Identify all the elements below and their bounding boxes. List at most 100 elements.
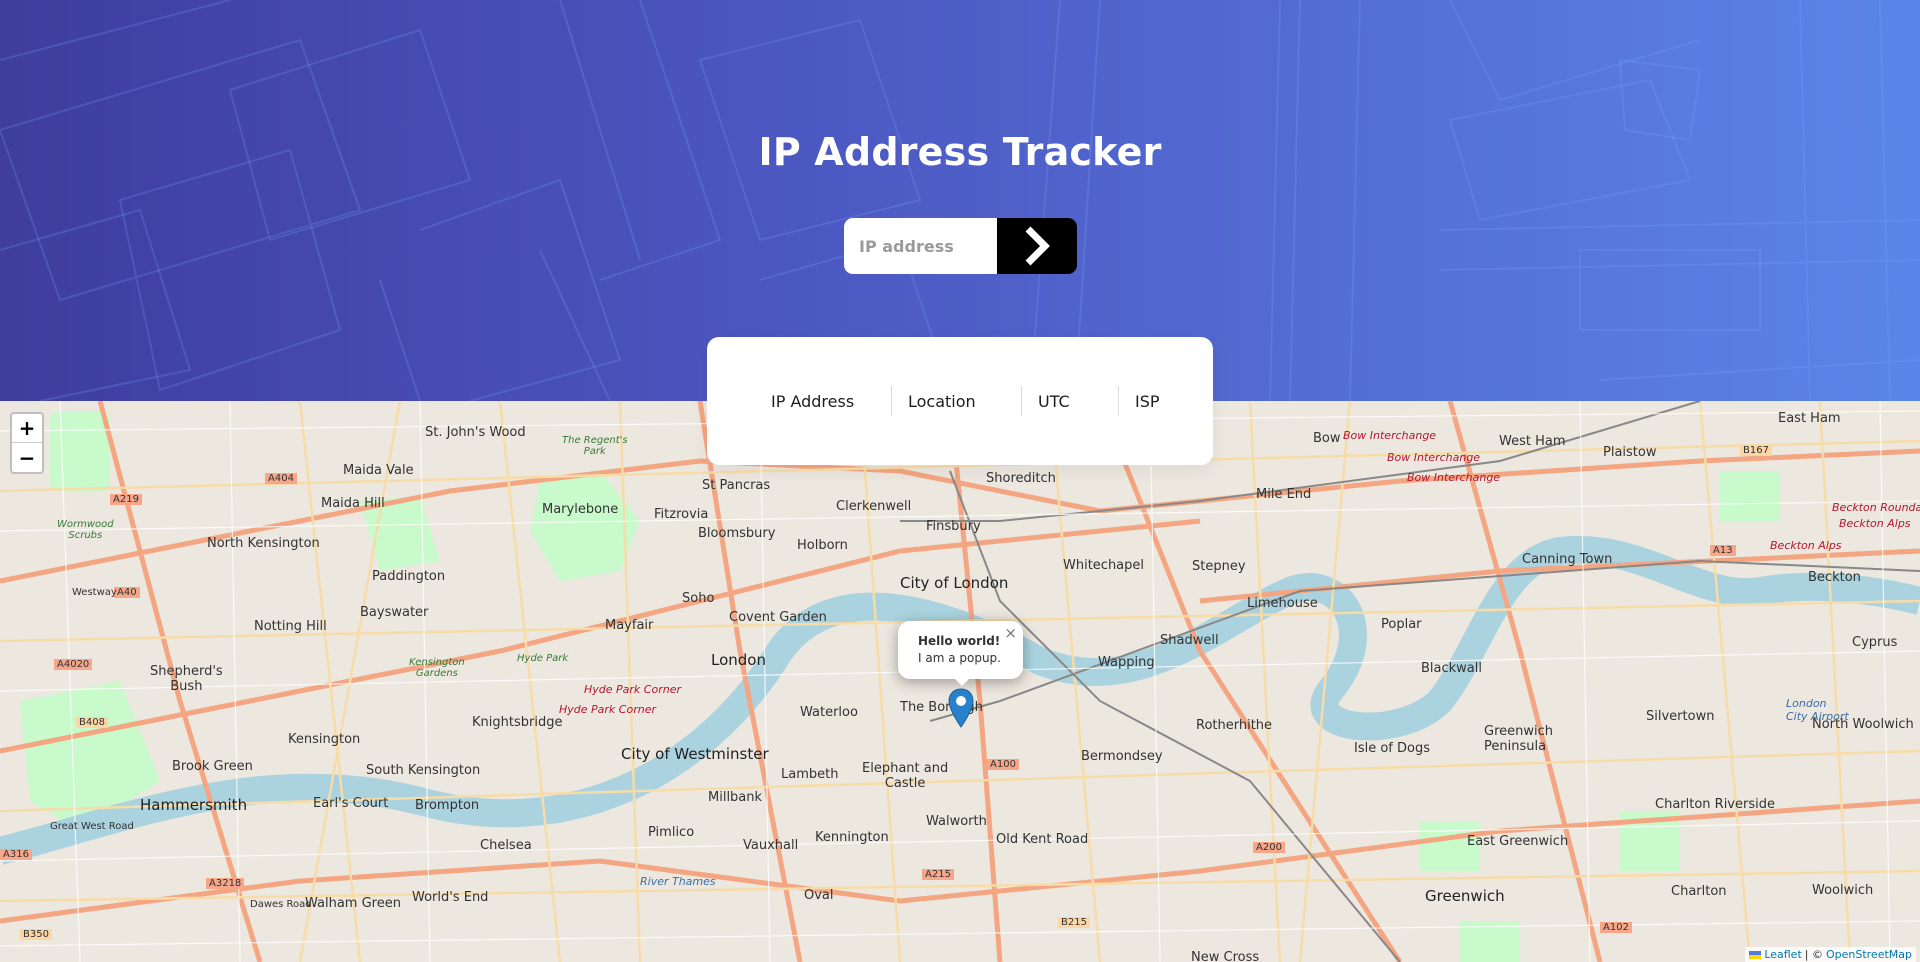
ip-info-card: IP Address Location UTC ISP [707,337,1213,465]
ip-search-form [844,218,1077,274]
map-label: Mayfair [605,618,654,633]
road-shield: B408 [76,717,108,728]
road-shield: B215 [1058,917,1090,928]
road-shield: A3218 [206,878,245,889]
map-label: Walham Green [305,896,401,911]
map-label: Fitzrovia [654,507,709,522]
map-label: Waterloo [800,705,858,720]
info-label-utc: UTC [1038,391,1070,411]
road-shield: A200 [1253,842,1285,853]
leaflet-link[interactable]: Leaflet [1764,948,1801,961]
map-label: Canning Town [1522,552,1613,567]
map-label: Dawes Road [250,899,312,910]
map-label: Whitechapel [1063,558,1145,573]
map-label: Chelsea [480,838,532,853]
map-label: Isle of Dogs [1354,741,1431,756]
map-label: City of Westminster [621,745,769,763]
map-label: Knightsbridge [472,715,563,730]
map-label: North Kensington [207,536,320,551]
map-label: Elephant and Castle [862,761,949,791]
road-shield: A40 [114,587,140,598]
map-label: Pimlico [648,825,695,840]
map-label: Mile End [1256,487,1312,502]
map-label: Rotherhithe [1196,718,1273,733]
road-shield: B167 [1740,445,1772,456]
map-label: Shadwell [1160,633,1219,648]
info-label-isp: ISP [1135,391,1160,411]
map-label: Beckton Roundabo [1832,501,1920,514]
road-shield: A100 [987,759,1019,770]
road-shield: A316 [0,849,32,860]
map-label: The Regent's Park [562,435,628,457]
map-label: Great West Road [50,821,134,832]
map-label: Cyprus [1852,635,1898,650]
map-label: Soho [682,591,715,606]
map-label: Poplar [1381,617,1422,632]
map-label: Charlton [1671,884,1727,899]
map-label: Clerkenwell [836,499,912,514]
map-label: Maida Hill [321,496,385,511]
map-label: Hyde Park Corner [559,703,656,716]
zoom-out-button[interactable]: − [12,443,42,472]
map-label: Hyde Park [517,653,569,664]
map-label: Beckton Alps [1839,517,1911,530]
map-label: Blackwall [1421,661,1482,676]
map-label: Westway [72,587,117,598]
road-shield: A219 [110,494,142,505]
map-label: Woolwich [1812,883,1874,898]
popup-close-button[interactable]: × [1004,624,1017,642]
map-label: Bloomsbury [698,526,776,541]
map-label: St Pancras [702,478,771,493]
map-label: Kensington Gardens [409,657,465,679]
map-label: Brompton [415,798,480,813]
map-label: East Ham [1778,411,1841,426]
map-label: Stepney [1192,559,1246,574]
info-label-location: Location [908,391,976,411]
map-label: Hyde Park Corner [584,683,681,696]
map-label: New Cross [1191,950,1260,962]
map-label: Greenwich [1425,887,1505,905]
map-label: Walworth [926,814,987,829]
popup-body: I am a popup. [918,651,1001,665]
ip-address-input[interactable] [844,218,997,274]
search-submit-button[interactable] [997,218,1077,274]
map-label: Bermondsey [1081,749,1163,764]
map-label: Covent Garden [729,610,827,625]
map-label: Silvertown [1646,709,1715,724]
osm-link[interactable]: OpenStreetMap [1826,948,1912,961]
map-label: Kennington [815,830,889,845]
map-label: Bow Interchange [1343,429,1437,442]
info-label-ip-address: IP Address [771,391,855,411]
zoom-control: + − [10,412,44,474]
map-label: City of London [900,574,1009,592]
map-marker-icon[interactable] [948,688,974,728]
map-label: Charlton Riverside [1655,797,1775,812]
road-shield: B350 [20,929,52,940]
map-label: Bow [1313,431,1341,446]
road-shield: A4020 [54,659,93,670]
map-label: Bow Interchange [1387,451,1481,464]
map-label: Bow Interchange [1407,471,1501,484]
map-label: London [711,651,766,669]
map-label: Earl's Court [313,796,389,811]
map-attribution: Leaflet | © OpenStreetMap [1745,947,1916,962]
map-label: Greenwich Peninsula [1484,724,1553,754]
map-label: Marylebone [542,502,619,517]
map-label: West Ham [1499,434,1566,449]
map-label: Lambeth [781,767,839,782]
map-label: Paddington [372,569,446,584]
map-label: Wapping [1098,655,1155,670]
map-label: Notting Hill [254,619,327,634]
zoom-in-button[interactable]: + [12,414,42,443]
popup-tip [952,676,972,686]
road-shield: A13 [1710,545,1736,556]
map-label: Beckton [1808,570,1861,585]
map-label: Finsbury [926,519,981,534]
map-label: Kensington [288,732,361,747]
ukraine-flag-icon [1749,950,1762,959]
map-label: Plaistow [1603,445,1657,460]
map-label: South Kensington [366,763,481,778]
map-label: Oval [804,888,834,903]
map-label: Hammersmith [140,796,248,814]
map-label: Limehouse [1247,596,1318,611]
